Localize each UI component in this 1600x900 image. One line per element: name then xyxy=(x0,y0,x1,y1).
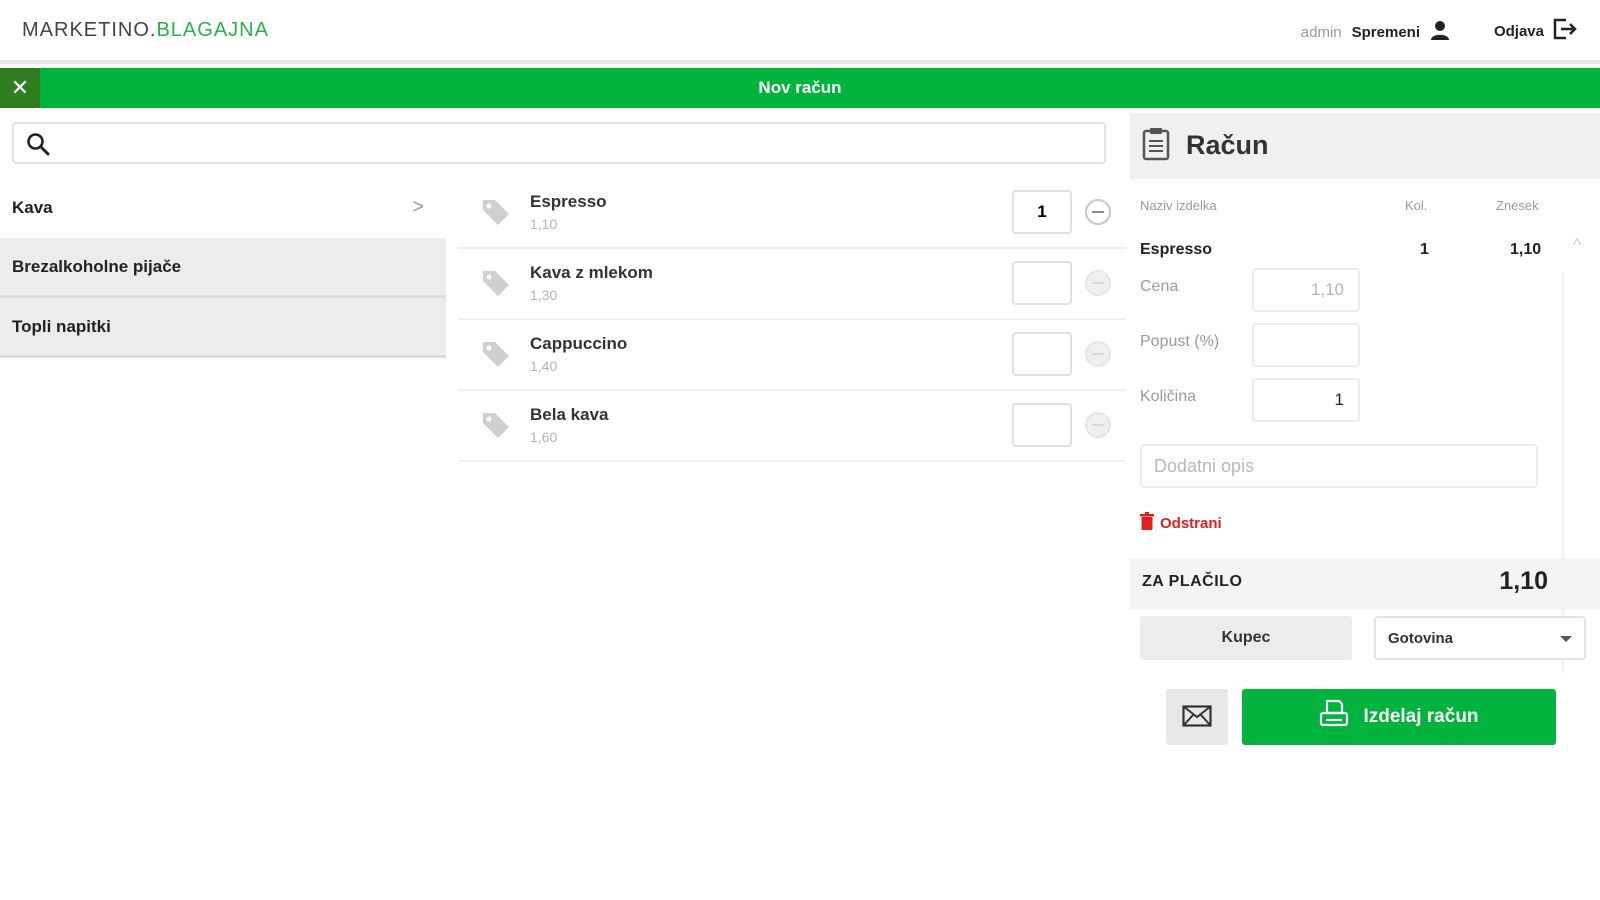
tag-icon xyxy=(480,196,512,233)
product-quantity-input[interactable] xyxy=(1012,403,1072,447)
receipt-header: Račun xyxy=(1130,113,1600,179)
description-input[interactable] xyxy=(1140,444,1538,488)
customer-button[interactable]: Kupec xyxy=(1140,616,1352,660)
logout-label: Odjava xyxy=(1493,22,1544,40)
remove-label: Odstrani xyxy=(1160,514,1222,532)
issue-receipt-button[interactable]: Izdelaj račun xyxy=(1242,689,1556,745)
user-icon[interactable] xyxy=(1430,20,1450,44)
product-quantity-input[interactable] xyxy=(1012,190,1072,234)
user-area: admin Spremeni xyxy=(1301,20,1450,44)
minus-icon[interactable] xyxy=(1085,412,1111,438)
tag-icon xyxy=(480,267,512,304)
caret-down-icon xyxy=(1560,636,1572,642)
total-value: 1,10 xyxy=(1499,567,1548,595)
receipt-title-bar: Nov račun ✕ xyxy=(0,68,1600,108)
product-name: Cappuccino xyxy=(530,334,628,353)
receipt-item-name[interactable]: Espresso xyxy=(1140,241,1212,259)
product-name: Bela kava xyxy=(530,405,609,424)
chevron-up-icon[interactable]: ^ xyxy=(1573,235,1581,256)
category-label: Topli napitki xyxy=(12,316,111,336)
product-row[interactable]: Kava z mlekom 1,30 xyxy=(458,249,1126,320)
minus-icon[interactable] xyxy=(1085,341,1111,367)
quantity-field[interactable] xyxy=(1252,378,1360,422)
discount-field[interactable] xyxy=(1252,323,1360,367)
product-price: 1,60 xyxy=(530,429,558,445)
discount-label: Popust (%) xyxy=(1140,333,1220,350)
column-header-qty: Kol. xyxy=(1405,198,1428,213)
user-name: admin xyxy=(1300,23,1342,41)
price-field[interactable] xyxy=(1252,268,1360,312)
logo-text-accent: BLAGAJNA xyxy=(156,19,269,41)
receipt-title: Račun xyxy=(1186,130,1269,160)
product-quantity-input[interactable] xyxy=(1012,332,1072,376)
remove-item-button[interactable]: Odstrani xyxy=(1140,512,1222,534)
tag-icon xyxy=(480,409,512,446)
clipboard-icon xyxy=(1142,127,1170,166)
price-label: Cena xyxy=(1140,278,1179,295)
payment-method-select[interactable]: Gotovina xyxy=(1374,616,1586,660)
category-label: Brezalkoholne pijače xyxy=(12,256,182,276)
logout-icon xyxy=(1552,18,1578,44)
product-name: Kava z mlekom xyxy=(530,263,653,282)
product-name: Espresso xyxy=(530,192,607,211)
product-row[interactable]: Cappuccino 1,40 xyxy=(458,320,1126,391)
quantity-label: Količina xyxy=(1140,388,1197,405)
total-label: ZA PLAČILO xyxy=(1142,573,1243,590)
receipt-item-amount: 1,10 xyxy=(1510,241,1542,258)
product-row[interactable]: Espresso 1,10 xyxy=(458,178,1126,249)
tag-icon xyxy=(480,338,512,375)
product-price: 1,30 xyxy=(530,287,558,303)
product-list: Espresso 1,10 Kava z mlekom 1,30 Cappucc… xyxy=(458,178,1126,462)
column-header-name: Naziv izdelka xyxy=(1140,198,1217,213)
product-row[interactable]: Bela kava 1,60 xyxy=(458,391,1126,462)
product-price: 1,40 xyxy=(530,358,558,374)
receipt-item-qty: 1 xyxy=(1420,241,1429,258)
category-label: Kava xyxy=(12,198,53,217)
minus-icon[interactable] xyxy=(1085,199,1111,225)
search-input[interactable] xyxy=(62,130,1092,158)
change-user-button[interactable]: Spremeni xyxy=(1352,24,1420,41)
category-item-brezalkoholne-pijace[interactable]: Brezalkoholne pijače xyxy=(0,238,446,298)
search-box xyxy=(12,122,1106,164)
search-icon xyxy=(26,132,50,161)
product-quantity-input[interactable] xyxy=(1012,261,1072,305)
logo-text-main: MARKETINO. xyxy=(22,19,157,41)
app-logo: MARKETINO.BLAGAJNA xyxy=(22,19,269,42)
printer-icon xyxy=(1319,699,1349,735)
chevron-right-icon: > xyxy=(412,196,424,218)
column-header-amount: Znesek xyxy=(1496,198,1539,213)
mail-icon xyxy=(1182,704,1212,730)
category-item-kava[interactable]: Kava > xyxy=(0,178,446,238)
category-list: Kava > Brezalkoholne pijače Topli napitk… xyxy=(0,178,446,358)
product-price: 1,10 xyxy=(530,216,558,232)
payment-method-value: Gotovina xyxy=(1388,630,1454,647)
logout-button[interactable]: Odjava xyxy=(1494,18,1578,44)
top-header: MARKETINO.BLAGAJNA admin Spremeni Odjava xyxy=(0,0,1600,64)
email-receipt-button[interactable] xyxy=(1166,689,1228,745)
trash-icon xyxy=(1140,512,1154,534)
category-item-topli-napitki[interactable]: Topli napitki xyxy=(0,298,446,358)
receipt-panel: Račun Naziv izdelka Kol. Znesek Espresso… xyxy=(1130,113,1600,900)
issue-receipt-label: Izdelaj račun xyxy=(1363,706,1479,727)
total-bar: ZA PLAČILO 1,10 xyxy=(1130,559,1600,609)
scrollbar[interactable] xyxy=(1562,273,1564,673)
page-title: Nov račun xyxy=(758,78,842,97)
close-icon[interactable]: ✕ xyxy=(0,68,40,108)
minus-icon[interactable] xyxy=(1085,270,1111,296)
